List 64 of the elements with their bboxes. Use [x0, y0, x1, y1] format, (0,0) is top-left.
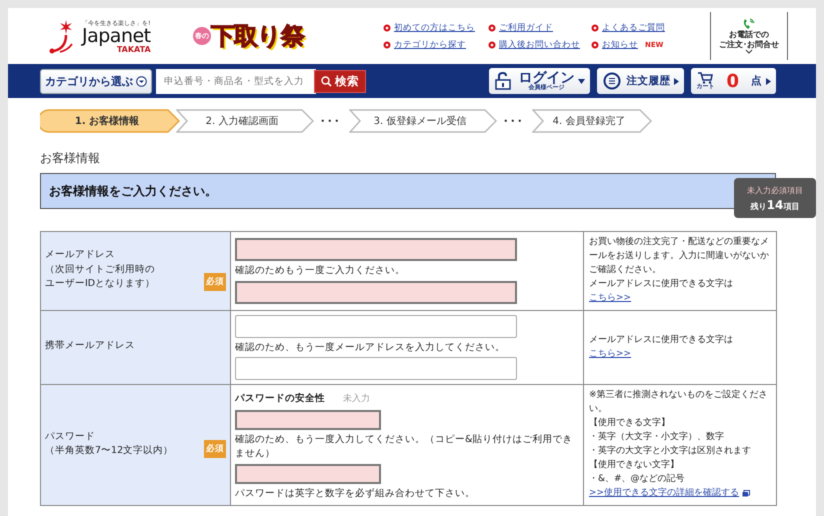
search-icon	[321, 76, 332, 86]
caret-icon	[578, 78, 586, 84]
phone-contact-button[interactable]: お電話での ご注文･お問合せ	[710, 12, 788, 60]
header-link[interactable]: 購入後お問い合わせ	[499, 38, 580, 50]
error-input-field[interactable]	[235, 464, 381, 484]
header-link[interactable]: お知らせ	[602, 38, 638, 50]
note-text: メールアドレスに使用できる文字は こちら>>	[589, 334, 734, 361]
error-input-field[interactable]	[235, 238, 517, 261]
note-text: お買い物後の注文完了・配送などの重要なメールをお送りします。入力に間違いがないかご確認ください。	[589, 236, 770, 277]
bullet-icon	[591, 24, 599, 32]
strength-label: パスワードの安全性	[235, 392, 325, 406]
logo-subtitle: TAKATA	[116, 46, 151, 54]
external-window-icon	[742, 490, 750, 498]
error-input-field[interactable]	[235, 410, 381, 430]
step-separator: ･･･	[503, 114, 524, 128]
dropdown-circle-icon	[136, 76, 147, 86]
bullet-icon	[591, 40, 599, 48]
triangle-right-icon	[766, 78, 771, 84]
hint-text: 確認のため、もう一度入力してください。（コピー&貼り付けはご利用できません）	[235, 433, 574, 461]
order-history-button[interactable]: 注文履歴	[597, 68, 684, 94]
header-link[interactable]: ご利用ガイド	[499, 22, 553, 34]
search-field[interactable]: 申込番号・商品名・型式を入力	[156, 68, 316, 94]
header-link[interactable]: カテゴリから探す	[394, 38, 466, 50]
required-label: 必須	[204, 440, 226, 458]
hint-text: パスワードは英字と数字を必ず組み合わせて下さい。	[235, 486, 476, 500]
step-separator: ･･･	[320, 114, 341, 128]
field-label: 携帯メールアドレス	[45, 339, 135, 354]
note-link[interactable]: >>使用できる文字の詳細を確認する	[589, 487, 740, 501]
required-label: 必須	[204, 273, 226, 292]
note-text: ・&、#、@などの記号	[589, 473, 686, 486]
chevron-down-icon	[745, 49, 753, 54]
bullet-icon	[488, 24, 496, 32]
campaign-title: 下取り祭	[211, 21, 304, 52]
logo-brand: Japanet	[82, 27, 151, 46]
search-button[interactable]: 検索	[314, 70, 366, 92]
bullet-icon	[488, 40, 496, 48]
tooltip-title: 未入力必須項目	[747, 184, 803, 196]
field-label: メールアドレス （次回サイトご利用時の ユーザーIDとなります）	[45, 248, 156, 291]
note-text: ・英字（大文字・小文字）、数字	[589, 431, 725, 444]
header-link[interactable]: よくあるご質問	[602, 22, 665, 34]
note-text: ・英字の大文字と小文字は区別されます	[589, 445, 752, 458]
note-text: 【使用できない文字】	[589, 459, 680, 472]
note-text: 【使用できる文字】	[589, 417, 671, 430]
bullet-icon	[383, 24, 391, 32]
field-label: パスワード （半角英数7〜12文字以内）	[45, 430, 174, 458]
history-list-icon	[602, 72, 622, 90]
hint-text: 確認のためもう一度ご入力ください。	[235, 264, 406, 278]
section-title: お客様情報	[40, 150, 101, 167]
note-text: ※第三者に推測されないものをご設定ください。	[589, 389, 769, 416]
bullet-icon	[383, 40, 391, 48]
note-text: メールアドレスに使用できる文字は こちら>>	[589, 278, 734, 305]
remaining-count: 残り 14項目	[750, 198, 800, 212]
input-field[interactable]	[235, 357, 517, 380]
triangle-right-icon	[674, 78, 680, 84]
category-button[interactable]: カテゴリから選ぶ	[40, 68, 152, 94]
strength-value: 未入力	[343, 392, 370, 406]
header-link[interactable]: 初めての方はこちら	[394, 22, 475, 34]
phone-icon	[742, 18, 756, 30]
cart-icon	[697, 72, 714, 84]
input-field[interactable]	[235, 314, 517, 338]
note-link[interactable]: こちら>>	[589, 348, 632, 359]
hint-text: 確認のため、もう一度メールアドレスを入力してください。	[235, 340, 506, 354]
error-input-field[interactable]	[235, 280, 517, 304]
note-link[interactable]: こちら>>	[589, 292, 632, 303]
